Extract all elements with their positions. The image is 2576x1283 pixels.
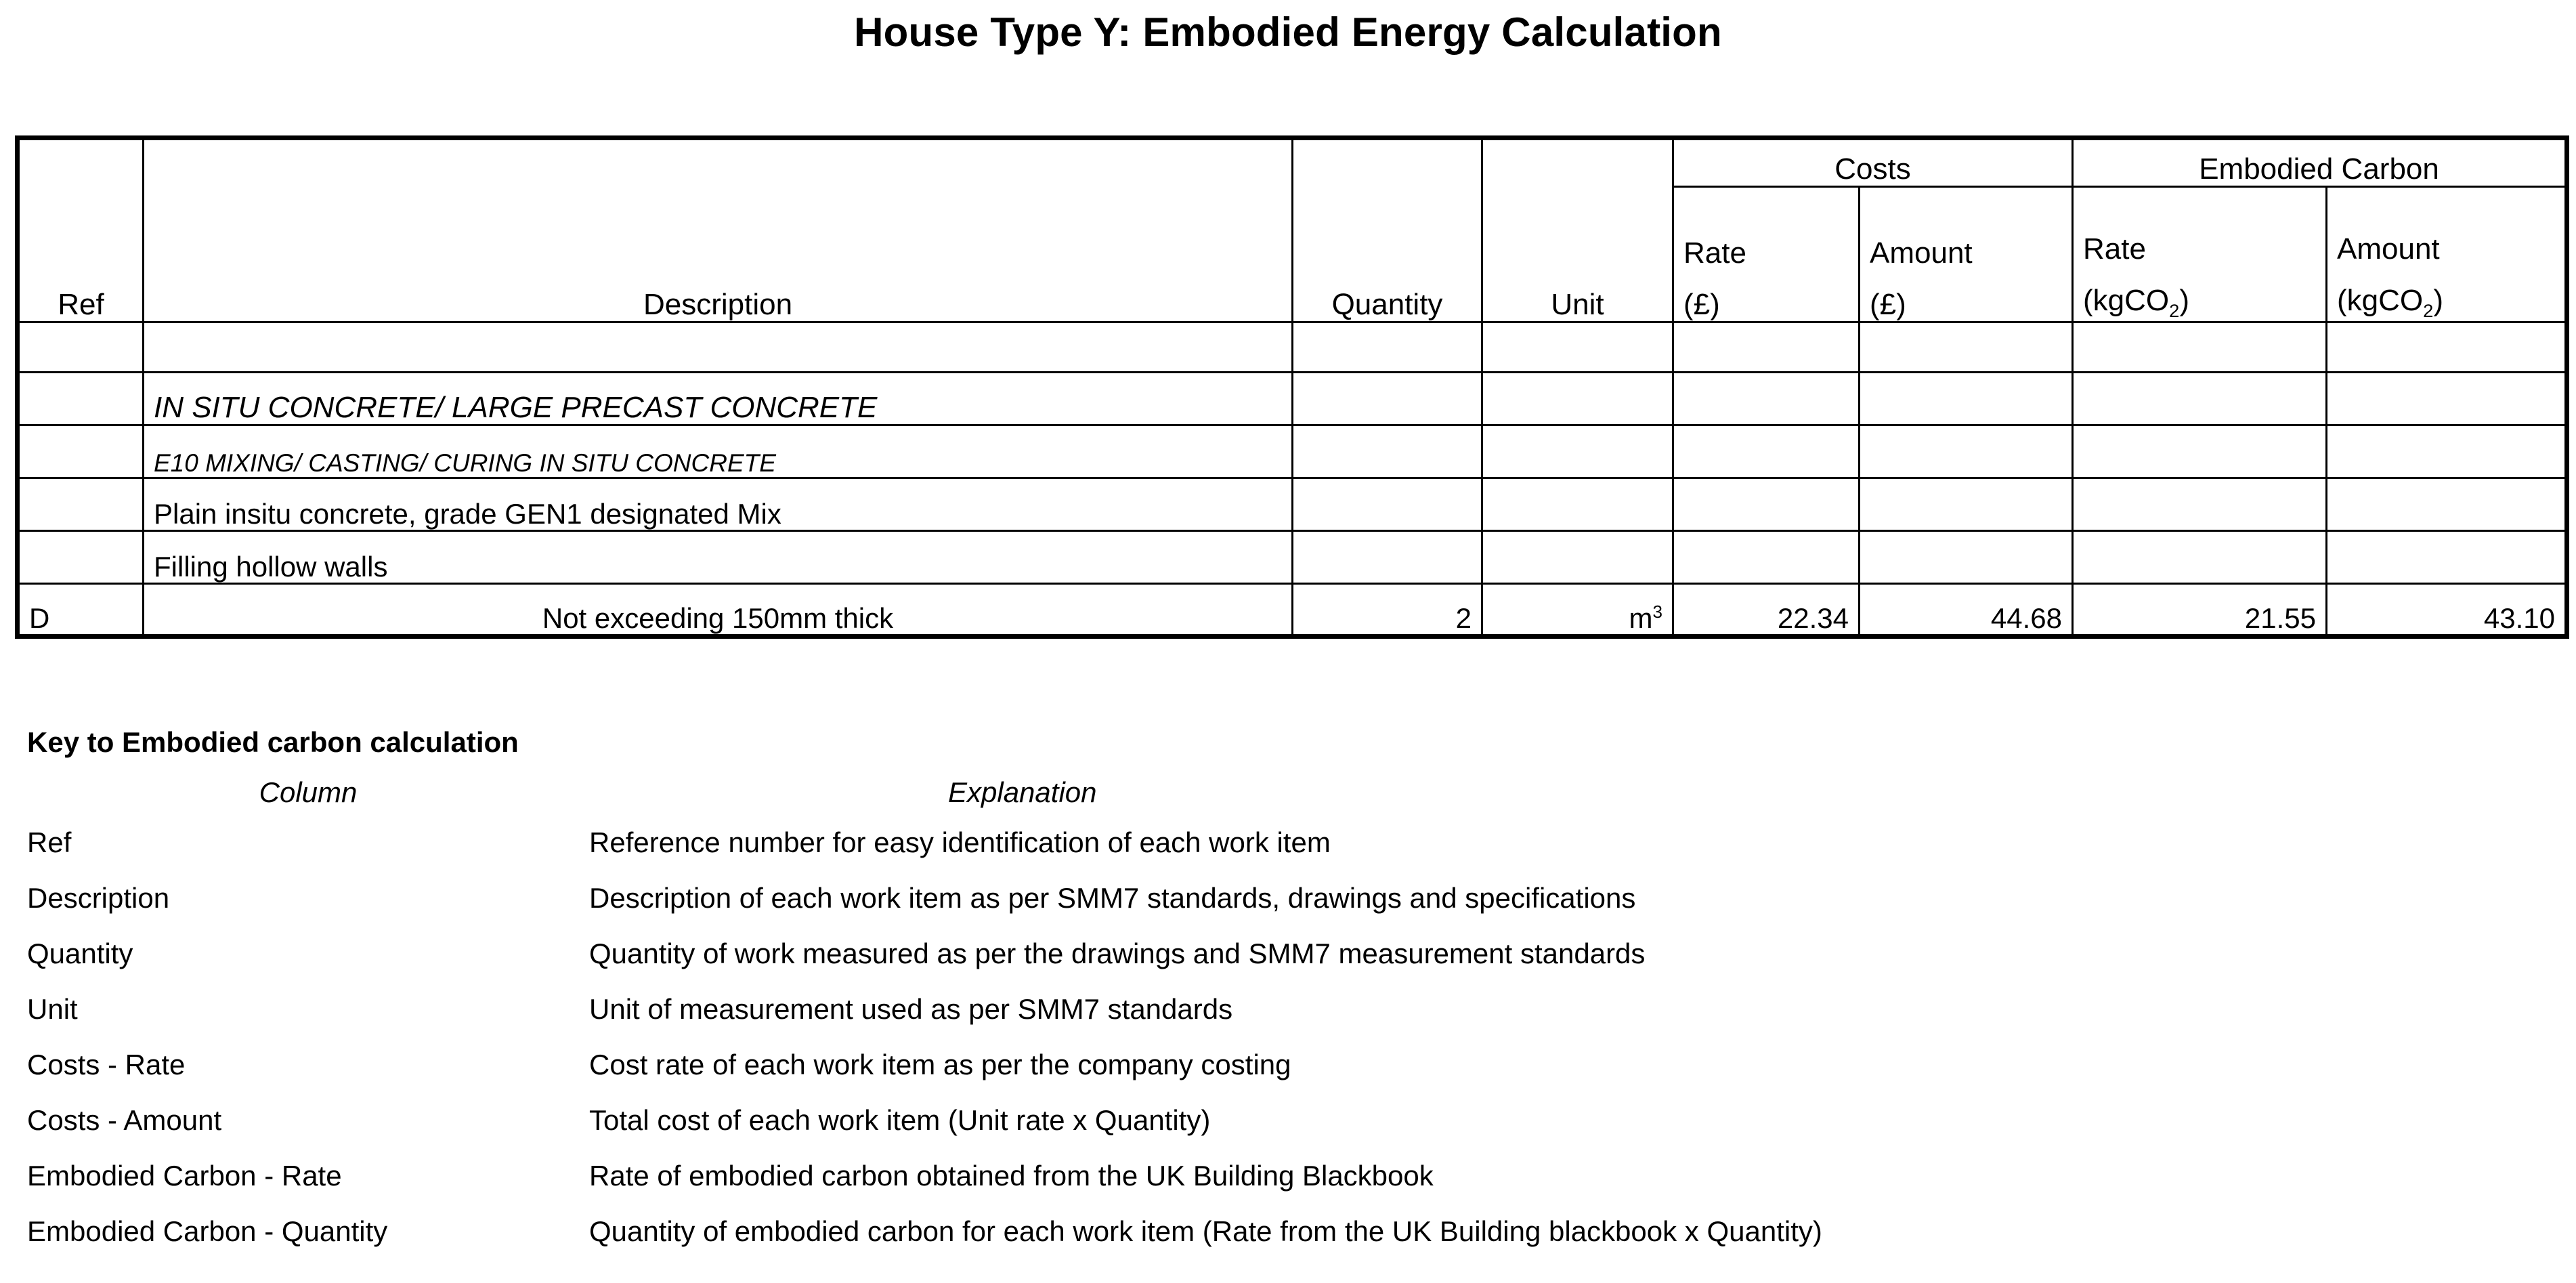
cell-quantity [1291, 371, 1483, 426]
key-column-label: Costs - Rate [27, 1049, 186, 1080]
key-column-label: Embodied Carbon - Rate [27, 1160, 342, 1192]
key-column-label: Description [27, 882, 170, 914]
cell-carbon-amount [2325, 424, 2569, 479]
key-explanation-text: Reference number for easy identification… [589, 826, 1331, 858]
cost-amount-label: Amount [1870, 236, 1973, 270]
column-header-carbon-amount: Amount (kgCO2) [2325, 186, 2569, 323]
cell-quantity [1291, 530, 1483, 585]
table-row: D Not exceeding 150mm thick 2 m3 22.34 4… [16, 583, 2569, 637]
cell-description: Filling hollow walls [142, 530, 1293, 585]
key-column-label: Embodied Carbon - Quantity [27, 1215, 388, 1247]
cell-unit [1481, 321, 1674, 373]
cost-rate-unit: (£) [1683, 287, 1720, 321]
cell-carbon-amount [2325, 371, 2569, 426]
cell-unit [1481, 371, 1674, 426]
cell-carbon-rate [2071, 477, 2328, 532]
table-row: IN SITU CONCRETE/ LARGE PRECAST CONCRETE [16, 371, 2569, 426]
cell-carbon-amount [2325, 477, 2569, 532]
cell-carbon-amount: 43.10 [2325, 583, 2569, 637]
key-column-label: Quantity [27, 938, 133, 969]
cell-ref [16, 477, 144, 532]
column-header-cost-amount: Amount (£) [1858, 186, 2074, 323]
cost-rate-label: Rate [1683, 236, 1746, 270]
cell-carbon-rate: 21.55 [2071, 583, 2328, 637]
cell-cost-amount [1858, 424, 2074, 479]
column-header-unit: Unit [1481, 137, 1674, 323]
cell-carbon-rate [2071, 371, 2328, 426]
embodied-energy-table: Ref Description Quantity Unit Costs Embo… [15, 135, 2570, 639]
key-explanation-text: Cost rate of each work item as per the c… [589, 1049, 1291, 1080]
key-title: Key to Embodied carbon calculation [27, 726, 519, 758]
cell-ref [16, 321, 144, 373]
carbon-amount-unit: (kgCO2) [2337, 283, 2443, 321]
table-row: Filling hollow walls [16, 530, 2569, 585]
cell-carbon-amount [2325, 530, 2569, 585]
key-column-label: Ref [27, 826, 72, 858]
key-column-label: Unit [27, 993, 78, 1025]
column-group-header-embodied-carbon: Embodied Carbon [2071, 137, 2569, 188]
carbon-amount-label: Amount [2337, 232, 2440, 266]
cell-unit [1481, 424, 1674, 479]
cell-cost-rate [1672, 371, 1860, 426]
column-group-header-costs: Costs [1671, 137, 2074, 188]
cell-unit [1481, 530, 1674, 585]
table-header-row-groups: Ref Description Quantity Unit Costs Embo… [16, 137, 2569, 323]
cell-cost-rate [1672, 530, 1860, 585]
column-header-quantity: Quantity [1291, 137, 1483, 323]
key-explanation-text: Unit of measurement used as per SMM7 sta… [589, 993, 1233, 1025]
carbon-rate-label: Rate [2083, 232, 2146, 266]
cell-ref [16, 371, 144, 426]
cell-unit [1481, 477, 1674, 532]
cell-cost-rate [1672, 424, 1860, 479]
column-header-ref: Ref [16, 137, 144, 323]
cell-cost-amount [1858, 371, 2074, 426]
cell-carbon-rate [2071, 530, 2328, 585]
embodied-energy-table-container: Ref Description Quantity Unit Costs Embo… [15, 135, 2570, 639]
cell-cost-rate [1672, 321, 1860, 373]
cell-description: E10 MIXING/ CASTING/ CURING IN SITU CONC… [142, 424, 1293, 479]
key-column-label: Costs - Amount [27, 1104, 222, 1136]
table-head: Ref Description Quantity Unit Costs Embo… [16, 137, 2569, 323]
column-header-cost-rate: Rate (£) [1672, 186, 1860, 323]
key-explanation-text: Quantity of embodied carbon for each wor… [589, 1215, 1822, 1247]
page-title: House Type Y: Embodied Energy Calculatio… [854, 9, 1722, 55]
cell-ref [16, 424, 144, 479]
table-row: E10 MIXING/ CASTING/ CURING IN SITU CONC… [16, 424, 2569, 479]
cell-carbon-rate [2071, 424, 2328, 479]
cell-description: Plain insitu concrete, grade GEN1 design… [142, 477, 1293, 532]
cost-amount-unit: (£) [1870, 287, 1906, 321]
key-explanation-text: Description of each work item as per SMM… [589, 882, 1636, 914]
cell-cost-rate: 22.34 [1672, 583, 1860, 637]
cell-description: Not exceeding 150mm thick [142, 583, 1293, 637]
cell-quantity [1291, 424, 1483, 479]
key-section: Key to Embodied carbon calculation Colum… [27, 726, 2560, 1271]
cell-cost-amount [1858, 477, 2074, 532]
cell-ref [16, 530, 144, 585]
table-body: IN SITU CONCRETE/ LARGE PRECAST CONCRETE… [16, 321, 2569, 637]
cell-cost-amount [1858, 530, 2074, 585]
cell-carbon-rate [2071, 321, 2328, 373]
key-explanation-text: Rate of embodied carbon obtained from th… [589, 1160, 1434, 1192]
cell-description: IN SITU CONCRETE/ LARGE PRECAST CONCRETE [142, 371, 1293, 426]
key-explanation-text: Total cost of each work item (Unit rate … [589, 1104, 1211, 1136]
key-header-explanation: Explanation [948, 776, 1097, 808]
key-explanation-text: Quantity of work measured as per the dra… [589, 938, 1646, 969]
cell-quantity [1291, 321, 1483, 373]
cell-description [142, 321, 1293, 373]
key-header-column: Column [259, 776, 358, 808]
cell-cost-rate [1672, 477, 1860, 532]
cell-carbon-amount [2325, 321, 2569, 373]
table-row: Plain insitu concrete, grade GEN1 design… [16, 477, 2569, 532]
table-row [16, 321, 2569, 373]
cell-quantity: 2 [1291, 583, 1483, 637]
cell-ref: D [16, 583, 144, 637]
column-header-carbon-rate: Rate (kgCO2) [2071, 186, 2328, 323]
carbon-rate-unit: (kgCO2) [2083, 283, 2189, 321]
cell-quantity [1291, 477, 1483, 532]
cell-unit: m3 [1481, 583, 1674, 637]
cell-cost-amount: 44.68 [1858, 583, 2074, 637]
column-header-description: Description [142, 137, 1293, 323]
cell-cost-amount [1858, 321, 2074, 373]
key-grid: Column Explanation Ref Reference number … [27, 776, 2560, 1271]
